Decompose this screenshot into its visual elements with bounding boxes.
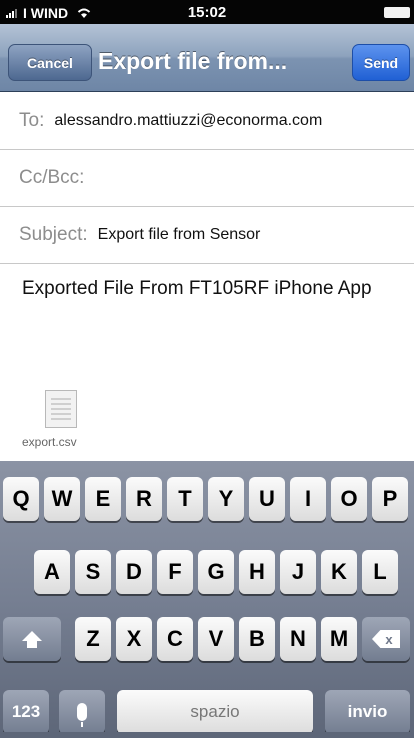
key-p[interactable]: P xyxy=(372,477,408,521)
key-b[interactable]: B xyxy=(239,617,275,661)
shift-icon xyxy=(22,631,42,648)
file-attachment-icon[interactable] xyxy=(45,390,77,428)
message-body[interactable]: Exported File From FT105RF iPhone App xyxy=(22,277,402,300)
status-bar: I WIND 15:02 xyxy=(0,0,414,24)
cancel-button[interactable]: Cancel xyxy=(8,44,92,81)
key-x[interactable]: X xyxy=(116,617,152,661)
to-label: To: xyxy=(19,110,45,131)
key-h[interactable]: H xyxy=(239,550,275,594)
key-t[interactable]: T xyxy=(167,477,203,521)
send-button[interactable]: Send xyxy=(352,44,410,81)
dictation-key[interactable] xyxy=(59,690,105,734)
key-c[interactable]: C xyxy=(157,617,193,661)
shift-key[interactable] xyxy=(3,617,61,661)
key-e[interactable]: E xyxy=(85,477,121,521)
key-n[interactable]: N xyxy=(280,617,316,661)
subject-field[interactable]: Subject: Export file from Sensor xyxy=(0,207,414,264)
key-m[interactable]: M xyxy=(321,617,357,661)
cc-bcc-label: Cc/Bcc: xyxy=(19,167,85,188)
key-u[interactable]: U xyxy=(249,477,285,521)
return-key[interactable]: invio xyxy=(325,690,410,734)
key-l[interactable]: L xyxy=(362,550,398,594)
key-w[interactable]: W xyxy=(44,477,80,521)
key-g[interactable]: G xyxy=(198,550,234,594)
key-s[interactable]: S xyxy=(75,550,111,594)
subject-label: Subject: xyxy=(19,224,88,245)
page-title: Export file from... xyxy=(98,48,288,74)
to-recipient[interactable]: alessandro.mattiuzzi@econorma.com xyxy=(54,112,322,130)
key-j[interactable]: J xyxy=(280,550,316,594)
key-v[interactable]: V xyxy=(198,617,234,661)
backspace-key[interactable]: x xyxy=(362,617,410,661)
key-y[interactable]: Y xyxy=(208,477,244,521)
key-a[interactable]: A xyxy=(34,550,70,594)
status-time: 15:02 xyxy=(187,4,227,21)
attachment-filename: export.csv xyxy=(22,435,77,449)
navigation-bar: Cancel Export file from... Send xyxy=(0,24,414,92)
key-q[interactable]: Q xyxy=(3,477,39,521)
battery-icon xyxy=(384,7,410,18)
cc-bcc-field[interactable]: Cc/Bcc: xyxy=(0,150,414,207)
space-key[interactable]: spazio xyxy=(117,690,313,734)
key-f[interactable]: F xyxy=(157,550,193,594)
key-r[interactable]: R xyxy=(126,477,162,521)
microphone-icon xyxy=(77,703,87,727)
subject-value[interactable]: Export file from Sensor xyxy=(98,226,261,244)
key-d[interactable]: D xyxy=(116,550,152,594)
key-z[interactable]: Z xyxy=(75,617,111,661)
backspace-icon: x xyxy=(372,630,400,648)
key-i[interactable]: I xyxy=(290,477,326,521)
key-o[interactable]: O xyxy=(331,477,367,521)
keyboard: Q W E R T Y U I O P A S D F G H J K L Z … xyxy=(0,461,414,738)
to-field[interactable]: To: alessandro.mattiuzzi@econorma.com xyxy=(0,93,414,150)
numbers-key[interactable]: 123 xyxy=(3,690,49,734)
key-k[interactable]: K xyxy=(321,550,357,594)
keyboard-bottom-edge xyxy=(0,732,414,738)
